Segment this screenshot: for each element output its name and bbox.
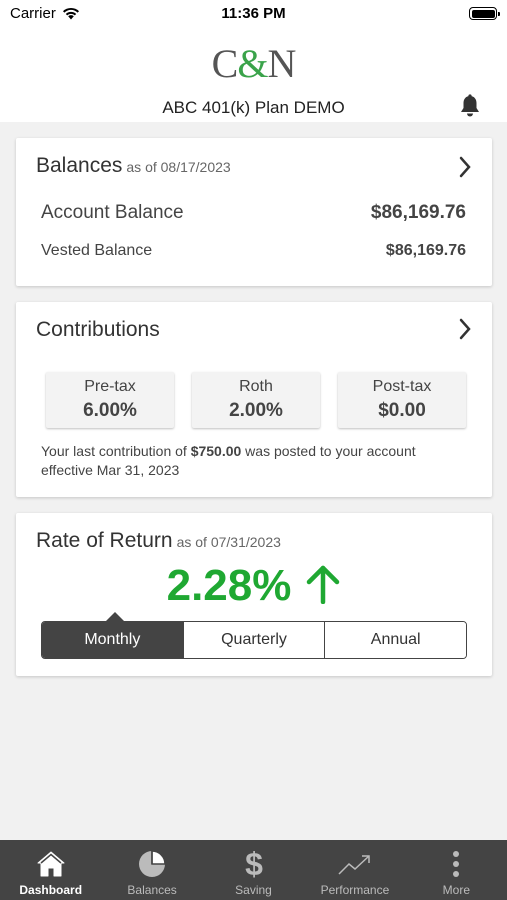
contributions-title: Contributions [36,318,160,341]
period-monthly-button[interactable]: Monthly [42,622,183,658]
account-balance-value: $86,169.76 [370,202,466,223]
home-icon [37,851,65,877]
plan-title: ABC 401(k) Plan DEMO [162,98,345,117]
rate-of-return-value: 2.28% [16,561,492,611]
roth-contribution: Roth 2.00% [192,372,320,428]
arrow-up-icon [307,566,340,605]
last-contribution-note: Your last contribution of $750.00 was po… [41,443,416,478]
vested-balance-label: Vested Balance [41,242,153,259]
svg-text:$: $ [245,848,263,880]
dollar-icon: $ [245,848,263,880]
contributions-card[interactable]: Contributions Pre-tax 6.00% Roth 2.00% P… [16,302,492,497]
rate-of-return-card: Rate of Return as of 07/31/2023 2.28% Mon… [16,513,492,676]
notification-bell-icon[interactable] [459,94,481,118]
balances-title: Balances as of 08/17/2023 [36,154,231,177]
period-annual-button[interactable]: Annual [324,622,466,658]
vested-balance-row: Vested Balance $86,169.76 [41,242,466,260]
battery-icon [469,7,500,20]
vested-balance-value: $86,169.76 [385,242,466,259]
account-balance-row: Account Balance $86,169.76 [41,202,466,224]
chevron-right-icon[interactable] [458,156,472,178]
account-balance-label: Account Balance [41,202,184,223]
tab-dashboard[interactable]: Dashboard [0,840,101,900]
status-time: 11:36 PM [221,5,286,22]
rate-of-return-as-of: as of 07/31/2023 [176,534,281,550]
period-segmented-control: Monthly Quarterly Annual [41,621,467,659]
app-header: C&N ABC 401(k) Plan DEMO [0,30,507,122]
rate-of-return-title: Rate of Return as of 07/31/2023 [36,529,281,552]
tab-balances[interactable]: Balances [101,840,202,900]
company-logo: C&N [211,41,297,86]
tab-saving-label: Saving [235,883,272,897]
tab-more-label: More [442,883,470,897]
balances-as-of: as of 08/17/2023 [126,159,231,175]
period-quarterly-button[interactable]: Quarterly [182,622,325,658]
chevron-right-icon[interactable] [458,318,472,340]
posttax-contribution: Post-tax $0.00 [338,372,466,428]
tab-more[interactable]: More [406,840,507,900]
pie-chart-icon [139,850,166,877]
tab-saving[interactable]: $ Saving [203,840,304,900]
tab-performance-label: Performance [320,883,390,897]
bottom-tab-bar: Dashboard Balances $ Saving Performance [0,840,507,900]
trend-icon [338,855,370,875]
pretax-contribution: Pre-tax 6.00% [46,372,174,428]
tab-balances-label: Balances [127,883,177,897]
balances-card[interactable]: Balances as of 08/17/2023 Account Balance… [16,138,492,286]
tab-dashboard-label: Dashboard [19,883,83,897]
last-contribution-amount: $750.00 [190,443,242,459]
more-dots-icon [453,851,460,877]
status-bar: Carrier 11:36 PM [0,0,507,30]
tab-performance[interactable]: Performance [304,840,405,900]
